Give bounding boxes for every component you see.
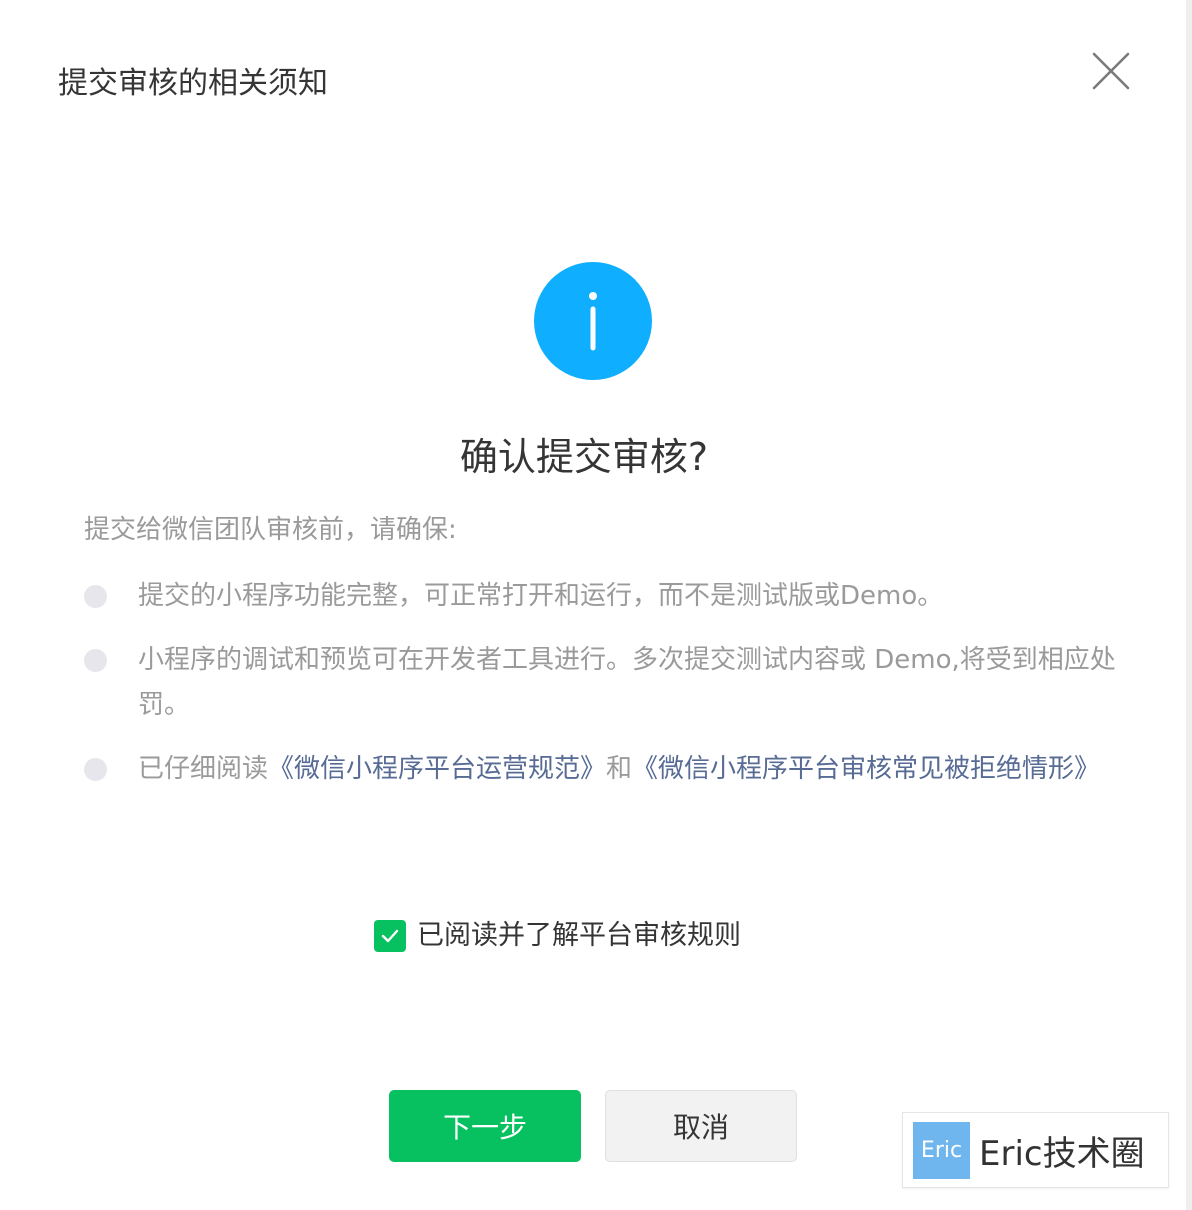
agree-checkbox-row[interactable]: 已阅读并了解平台审核规则 (374, 914, 741, 958)
watermark-text: Eric技术圈 (979, 1133, 1145, 1174)
bullet-dot-icon (84, 585, 107, 608)
rule-prefix: 已仔细阅读 (138, 754, 269, 784)
rule-item: 已仔细阅读《微信小程序平台运营规范》和《微信小程序平台审核常见被拒绝情形》 (84, 747, 1124, 792)
info-icon (534, 262, 652, 380)
close-icon (1092, 52, 1130, 90)
operation-rules-link[interactable]: 《微信小程序平台运营规范》 (268, 754, 606, 784)
rules-list: 提交的小程序功能完整，可正常打开和运行，而不是测试版或Demo。 小程序的调试和… (84, 574, 1124, 811)
rule-text: 小程序的调试和预览可在开发者工具进行。多次提交测试内容或 Demo,将受到相应处… (138, 645, 1116, 720)
bullet-dot-icon (84, 758, 107, 781)
rule-text: 提交的小程序功能完整，可正常打开和运行，而不是测试版或Demo。 (138, 581, 944, 611)
bullet-dot-icon (84, 649, 107, 672)
dialog-title: 提交审核的相关须知 (58, 66, 328, 101)
confirm-heading: 确认提交审核? (459, 435, 709, 479)
rule-item: 小程序的调试和预览可在开发者工具进行。多次提交测试内容或 Demo,将受到相应处… (84, 638, 1124, 728)
rule-conjunction: 和 (606, 754, 633, 784)
next-step-button[interactable]: 下一步 (389, 1090, 581, 1162)
close-button[interactable] (1088, 48, 1134, 94)
checkmark-icon (381, 929, 399, 943)
watermark: Eric Eric技术圈 (902, 1112, 1169, 1188)
rule-item: 提交的小程序功能完整，可正常打开和运行，而不是测试版或Demo。 (84, 574, 1124, 619)
agree-checkbox[interactable] (374, 920, 406, 952)
watermark-logo: Eric (913, 1121, 970, 1179)
agree-label: 已阅读并了解平台审核规则 (417, 920, 741, 951)
rejection-cases-link[interactable]: 《微信小程序平台审核常见被拒绝情形》 (632, 754, 1100, 784)
cancel-button[interactable]: 取消 (605, 1090, 797, 1162)
submit-review-dialog: 提交审核的相关须知 确认提交审核? 提交给微信团队审核前，请确保: 提交的小程序… (0, 0, 1192, 1210)
intro-text: 提交给微信团队审核前，请确保: (84, 515, 457, 545)
